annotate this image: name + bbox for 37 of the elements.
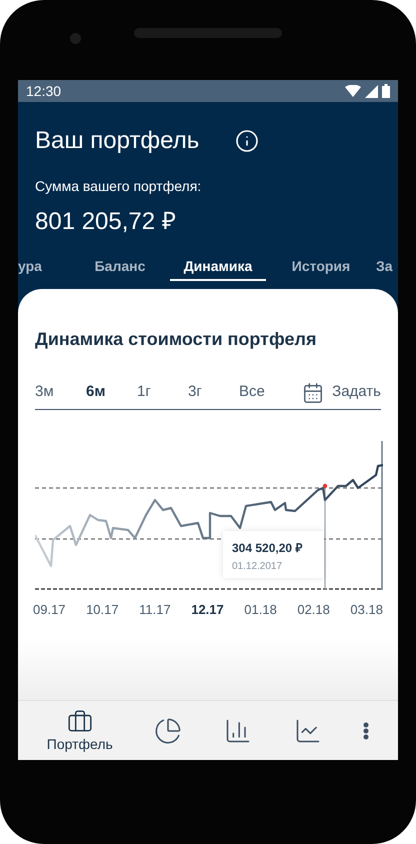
nav-item[interactable] [154,716,182,744]
portfolio-sum: 801 205,72 ₽ [35,207,177,237]
briefcase-icon [66,708,93,734]
axis-label: 11.17 [139,601,171,619]
axis-label: 03.18 [350,601,383,619]
calendar-icon [302,382,324,404]
axis-label: 12.17 [191,601,224,619]
pie-chart-icon [154,716,182,744]
camera-icon [70,33,81,44]
period-option[interactable]: 3м [35,381,86,404]
tooltip-date: 01.12.2017 [232,560,284,574]
card-title: Динамика стоимости портфеля [35,328,318,351]
tab[interactable]: История [266,249,376,281]
portfolio-sum-label: Сумма вашего портфеля: [35,177,202,196]
page-title: Ваш портфель [35,126,200,156]
axis-label: 02.18 [297,601,330,619]
tab[interactable]: Динамика [170,249,266,281]
custom-period-button[interactable]: Задать [302,381,381,404]
tab[interactable]: Баланс [70,249,170,281]
signal-icon [365,84,378,98]
tooltip-value: 304 520,20 ₽ [232,540,304,557]
battery-icon [382,84,390,98]
period-option[interactable]: 1г [137,381,188,404]
status-time: 12:30 [26,82,62,100]
tab[interactable]: За [376,249,398,281]
info-icon[interactable] [235,129,260,153]
period-option[interactable]: 3г [188,381,239,404]
wifi-icon [345,85,361,97]
axis-label: 09.17 [33,601,66,619]
more-icon [363,722,370,740]
axis-label: 10.17 [86,601,119,619]
period-option[interactable]: 6м [86,381,137,404]
nav-item[interactable] [363,722,370,740]
tab[interactable]: ура [18,249,70,281]
nav-item[interactable]: Портфель [46,708,113,752]
period-option[interactable]: Все [239,381,290,404]
axis-label: 01.18 [244,601,277,619]
